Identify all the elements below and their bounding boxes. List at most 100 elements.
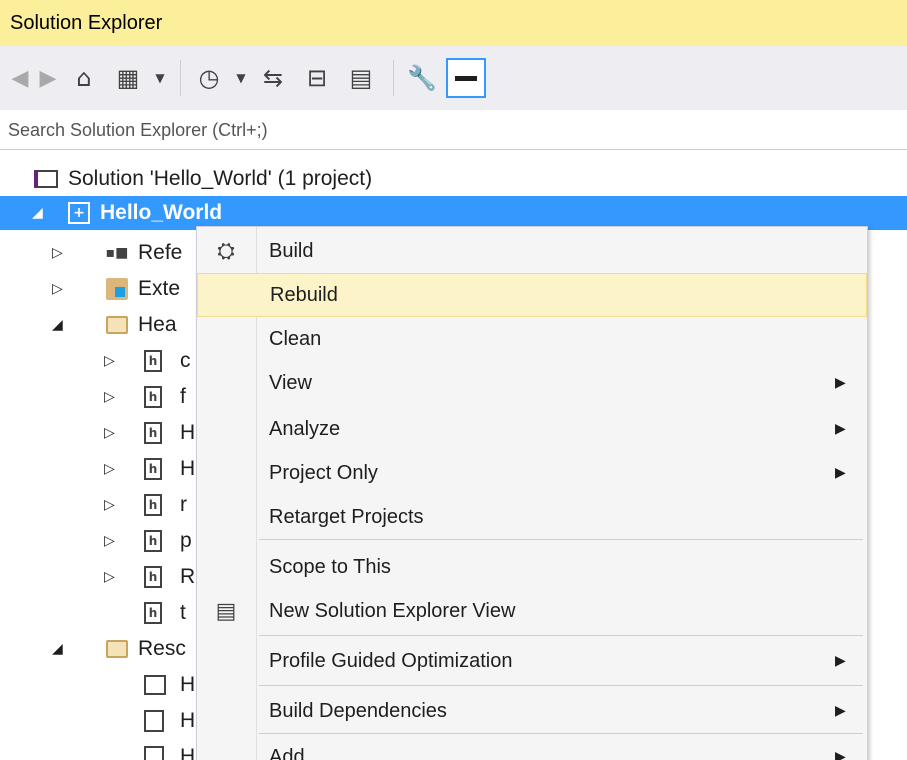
menu-item-label: Analyze — [269, 417, 341, 440]
menu-item-scope-to-this[interactable]: Scope to This — [197, 545, 867, 589]
menu-item-label: Project Only — [269, 461, 378, 484]
collapse-all-icon[interactable]: ⊟ — [297, 58, 337, 98]
tree-item-label: H — [180, 421, 196, 444]
menu-item-profile-guided-optimization[interactable]: Profile Guided Optimization ▶ — [197, 639, 867, 683]
tree-item-project[interactable]: ◢ + Hello_World — [0, 196, 907, 230]
tree-item-label: p — [180, 529, 192, 552]
menu-item-retarget-projects[interactable]: Retarget Projects — [197, 495, 867, 539]
header-file-icon: h — [144, 422, 162, 444]
context-menu: ⛭ Build Rebuild Clean View ▶ Analyze ▶ P… — [196, 226, 868, 760]
tree-item-label: Hea — [138, 313, 177, 336]
resource-file-icon — [144, 746, 164, 760]
menu-item-label: Retarget Projects — [269, 505, 424, 528]
back-icon[interactable]: ◀ — [8, 58, 32, 98]
menu-item-label: Rebuild — [270, 283, 338, 306]
menu-item-clean[interactable]: Clean — [197, 317, 867, 361]
expand-arrow-icon[interactable]: ▷ — [104, 353, 115, 369]
menu-item-project-only[interactable]: Project Only ▶ — [197, 451, 867, 495]
menu-item-add[interactable]: Add ▶ — [197, 735, 867, 760]
tree-item-label: R — [180, 565, 196, 588]
filter-dropdown[interactable]: ▼ — [233, 58, 249, 98]
search-input[interactable]: Search Solution Explorer (Ctrl+;) — [0, 110, 907, 150]
submenu-arrow-icon: ▶ — [835, 375, 846, 391]
solution-icon — [34, 170, 58, 188]
resource-file-icon — [144, 710, 164, 732]
switch-views-icon[interactable]: ▦ — [108, 58, 148, 98]
tree-item-label: Resc — [138, 637, 186, 660]
expand-arrow-icon[interactable]: ▷ — [104, 389, 115, 405]
menu-item-label: Build — [269, 239, 314, 262]
expand-arrow-icon[interactable]: ▷ — [52, 245, 63, 261]
switch-views-dropdown[interactable]: ▼ — [152, 58, 168, 98]
tree-item-label: r — [180, 493, 187, 516]
build-icon: ⛭ — [217, 238, 235, 264]
menu-item-label: Scope to This — [269, 555, 391, 578]
menu-item-build[interactable]: ⛭ Build — [197, 229, 867, 273]
menu-item-label: Profile Guided Optimization — [269, 649, 513, 672]
menu-separator — [259, 635, 863, 636]
project-icon: + — [68, 202, 90, 224]
expand-arrow-icon[interactable]: ▷ — [104, 461, 115, 477]
menu-item-label: Build Dependencies — [269, 699, 447, 722]
collapse-arrow-icon[interactable]: ◢ — [32, 205, 43, 221]
show-all-files-icon[interactable]: ▤ — [341, 58, 381, 98]
tree-item-label: H — [180, 709, 196, 732]
menu-separator — [259, 539, 863, 540]
menu-item-label: Add — [269, 745, 305, 760]
forward-icon[interactable]: ▶ — [36, 58, 60, 98]
header-file-icon: h — [144, 458, 162, 480]
menu-item-rebuild[interactable]: Rebuild — [197, 273, 867, 317]
tree-item-label: Solution 'Hello_World' (1 project) — [68, 167, 373, 190]
collapse-arrow-icon[interactable]: ◢ — [52, 641, 63, 657]
header-file-icon: h — [144, 602, 162, 624]
expand-arrow-icon[interactable]: ▷ — [52, 281, 63, 297]
toolbar-separator — [393, 60, 394, 96]
expand-arrow-icon[interactable]: ▷ — [104, 569, 115, 585]
submenu-arrow-icon: ▶ — [835, 421, 846, 437]
header-file-icon: h — [144, 350, 162, 372]
toolbar: ◀ ▶ ⌂ ▦ ▼ ◷ ▼ ⇆ ⊟ ▤ 🔧 — [0, 46, 907, 110]
menu-item-build-dependencies[interactable]: Build Dependencies ▶ — [197, 689, 867, 733]
sync-active-document-icon[interactable]: ⇆ — [253, 58, 293, 98]
menu-item-new-solution-explorer-view[interactable]: ▤ New Solution Explorer View — [197, 589, 867, 633]
folder-icon — [106, 316, 128, 334]
expand-arrow-icon[interactable]: ▷ — [104, 497, 115, 513]
collapse-arrow-icon[interactable]: ◢ — [52, 317, 63, 333]
tree-item-label: Hello_World — [100, 201, 223, 224]
menu-separator — [259, 685, 863, 686]
pending-changes-filter-icon[interactable]: ◷ — [189, 58, 229, 98]
image-file-icon — [144, 675, 166, 695]
submenu-arrow-icon: ▶ — [835, 653, 846, 669]
tree-item-label: c — [180, 349, 191, 372]
window-title: Solution Explorer — [0, 0, 907, 46]
preview-selected-items-icon[interactable] — [446, 58, 486, 98]
submenu-arrow-icon: ▶ — [835, 749, 846, 760]
header-file-icon: h — [144, 386, 162, 408]
menu-item-label: View — [269, 371, 312, 394]
tree-item-label: H — [180, 457, 196, 480]
menu-separator — [259, 733, 863, 734]
tree-item-label: t — [180, 601, 186, 624]
folder-icon — [106, 640, 128, 658]
tree-item-solution[interactable]: Solution 'Hello_World' (1 project) — [0, 162, 907, 196]
expand-arrow-icon[interactable]: ▷ — [104, 533, 115, 549]
home-icon[interactable]: ⌂ — [64, 58, 104, 98]
header-file-icon: h — [144, 494, 162, 516]
header-file-icon: h — [144, 530, 162, 552]
new-solution-explorer-view-icon: ▤ — [215, 598, 237, 624]
menu-item-label: Clean — [269, 327, 322, 350]
tree-item-label: Refe — [138, 241, 183, 264]
properties-icon[interactable]: 🔧 — [402, 58, 442, 98]
tree-item-label: H — [180, 673, 196, 696]
tree-item-label: H — [180, 745, 196, 760]
tree-item-label: f — [180, 385, 186, 408]
external-dependencies-icon — [106, 278, 128, 300]
menu-item-view[interactable]: View ▶ — [197, 361, 867, 405]
expand-arrow-icon[interactable]: ▷ — [104, 425, 115, 441]
menu-item-analyze[interactable]: Analyze ▶ — [197, 407, 867, 451]
header-file-icon: h — [144, 566, 162, 588]
submenu-arrow-icon: ▶ — [835, 465, 846, 481]
menu-item-label: New Solution Explorer View — [269, 599, 516, 622]
submenu-arrow-icon: ▶ — [835, 703, 846, 719]
references-icon: ▪■ — [105, 245, 129, 261]
